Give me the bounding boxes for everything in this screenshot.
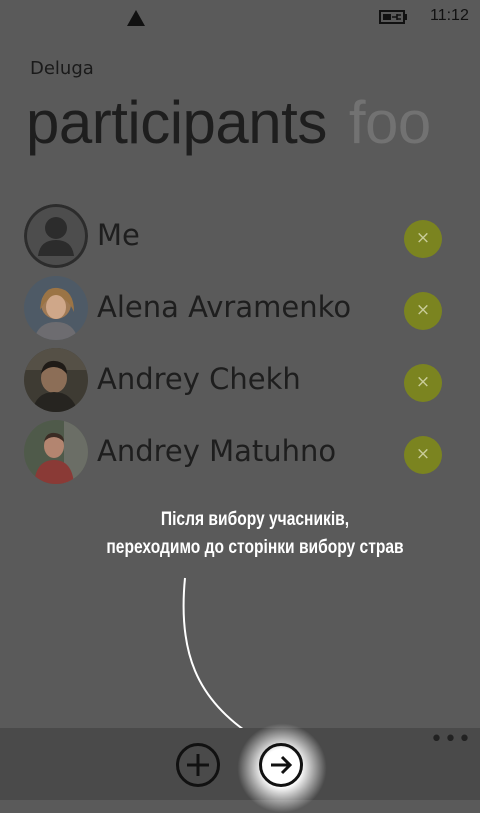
status-bar: 11:12 xyxy=(0,0,480,34)
participant-photo xyxy=(24,276,88,340)
remove-participant-button[interactable]: × xyxy=(404,292,442,330)
participant-name: Me xyxy=(97,218,140,252)
participant-name: Andrey Matuhno xyxy=(97,434,337,468)
plus-icon xyxy=(187,754,209,776)
more-menu-button[interactable]: ••• xyxy=(430,729,471,751)
list-item[interactable]: Me × xyxy=(0,200,480,272)
pivot-item-next[interactable]: foo xyxy=(349,89,431,156)
participant-name: Andrey Chekh xyxy=(97,362,301,396)
list-item[interactable]: Andrey Chekh × xyxy=(0,344,480,416)
next-button[interactable] xyxy=(259,743,303,787)
signal-icon xyxy=(127,10,145,26)
participant-name: Alena Avramenko xyxy=(97,290,352,324)
remove-participant-button[interactable]: × xyxy=(404,220,442,258)
hint-line-2: переходимо до сторінки вибору страв xyxy=(106,537,404,558)
list-item[interactable]: Alena Avramenko × xyxy=(0,272,480,344)
arrow-right-icon xyxy=(271,755,293,775)
remove-participant-button[interactable]: × xyxy=(404,436,442,474)
app-title: Deluga xyxy=(30,58,94,79)
hint-line-1: Після вибору учасників, xyxy=(160,509,350,530)
clock: 11:12 xyxy=(430,7,469,24)
remove-participant-button[interactable]: × xyxy=(404,364,442,402)
app-bar: ••• xyxy=(0,723,480,813)
hint-annotation: Після вибору учасників, переходимо до ст… xyxy=(46,506,464,562)
pivot-header: participants foo xyxy=(26,88,431,157)
participant-photo xyxy=(24,348,88,412)
battery-charging-icon xyxy=(379,9,409,25)
add-button[interactable] xyxy=(176,743,220,787)
default-person-icon xyxy=(24,204,88,268)
pivot-item-participants[interactable]: participants xyxy=(26,89,327,156)
participant-photo xyxy=(24,420,88,484)
list-item[interactable]: Andrey Matuhno × xyxy=(0,416,480,488)
